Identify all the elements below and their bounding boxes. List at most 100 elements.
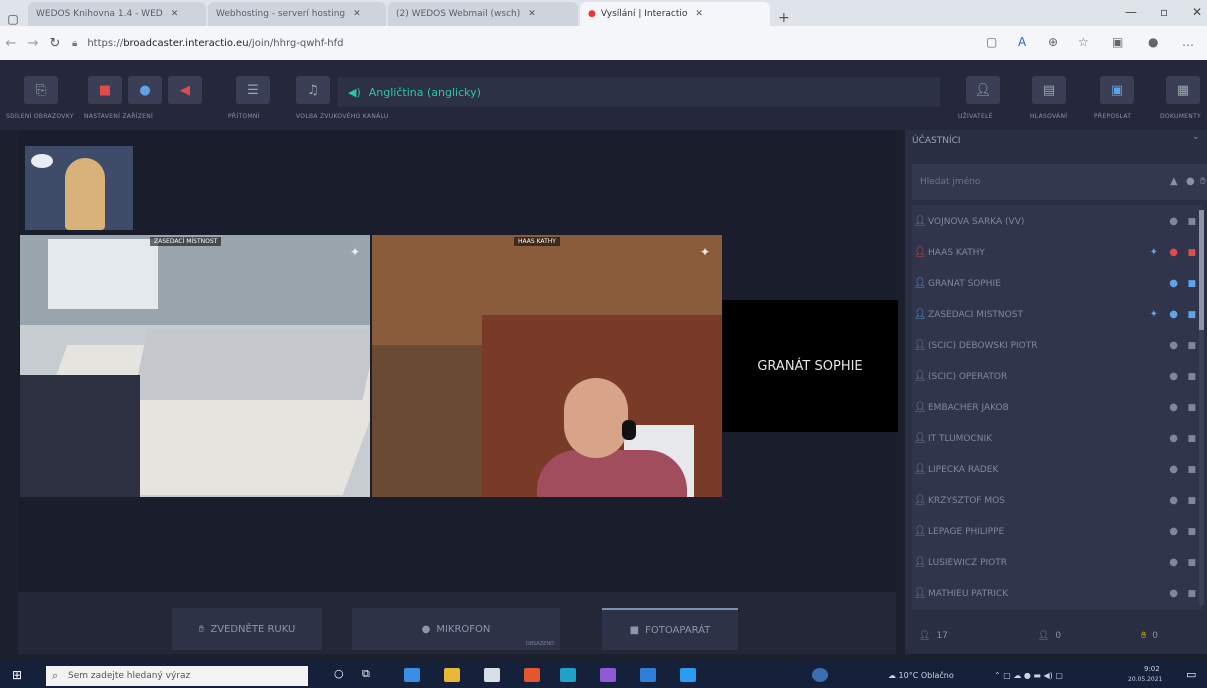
window-menu-icon[interactable]: ▢ — [0, 12, 26, 26]
close-icon[interactable]: ✕ — [353, 9, 361, 19]
url-field[interactable]: https://broadcaster.interactio.eu/join/h… — [87, 38, 343, 49]
collections-icon[interactable]: ▣ — [1112, 35, 1123, 49]
channel-select-button[interactable]: ♫ — [296, 76, 330, 104]
video-tile-meeting-room[interactable]: ZASEDACÍ MÍSTNOST ✦ — [20, 235, 370, 497]
video-tile-haas-kathy[interactable]: HAAS KATHY ✦ — [372, 235, 722, 497]
participant-row[interactable]: 👤︎ Krzysztof Moś ● ■ — [912, 488, 1202, 513]
office-app-icon[interactable] — [524, 668, 540, 682]
alert-icon[interactable]: ▲ — [1170, 176, 1178, 187]
participant-row[interactable]: 👤︎ Mathieu Patrick ● ■ — [912, 581, 1202, 606]
tile-name-label: HAAS KATHY — [514, 237, 560, 246]
voting-button[interactable]: ▤ — [1032, 76, 1066, 104]
browser-tab-2[interactable]: Webhosting - serverí hosting ✕ — [208, 2, 386, 26]
translate-icon[interactable]: A — [1018, 35, 1026, 49]
user-icon: 👤︎ — [913, 278, 927, 289]
edge-app-icon[interactable] — [560, 668, 576, 682]
camera-settings-button[interactable]: ■ — [88, 76, 122, 104]
pin-icon[interactable]: ✦ — [350, 245, 360, 259]
store-app-icon[interactable] — [484, 668, 500, 682]
participant-search-input[interactable]: Hledat jméno ▲ ● ✋︎ — [912, 164, 1207, 200]
profile-icon[interactable]: ● — [1148, 35, 1158, 49]
camera-icon: ■ — [1187, 433, 1196, 444]
close-icon[interactable]: ✕ — [528, 9, 536, 19]
screen-share-button[interactable]: ⎘ — [24, 76, 58, 104]
close-icon[interactable]: ✕ — [171, 9, 179, 19]
forward-button[interactable]: ▣ — [1100, 76, 1134, 104]
participant-row[interactable]: 👤︎ Haas Kathy ✦ ● ■ — [912, 240, 1202, 265]
task-view-icon[interactable]: ⧉ — [362, 667, 370, 681]
help-app-icon[interactable] — [812, 668, 828, 682]
mic-filter-icon[interactable]: ● — [1186, 176, 1195, 187]
camera-icon: ■ — [1187, 495, 1196, 506]
participant-row[interactable]: 👤︎ Lipečka Radek ● ■ — [912, 457, 1202, 482]
hand-count-icon: ✋︎ — [1141, 631, 1147, 641]
clock-time[interactable]: 9:02 — [1144, 665, 1160, 673]
camera-button[interactable]: ■ FOTOAPARÁT — [602, 608, 738, 650]
browser-tab-1[interactable]: WEDOS Knihovna 1.4 - WED ✕ — [28, 2, 206, 26]
participant-row[interactable]: 👤︎ (SCIC) Debowski Piotr ● ■ — [912, 333, 1202, 358]
zoom-icon[interactable]: ⊕ — [1048, 35, 1058, 49]
participant-row[interactable]: 👤︎ (SCIC) Operator ● ■ — [912, 364, 1202, 389]
tray-icons[interactable]: ⌃ ▢ ☁︎ ● ▬ ◀) ▢ — [994, 671, 1063, 680]
self-view-video[interactable] — [25, 146, 133, 230]
pin-icon[interactable]: ✦ — [700, 245, 710, 259]
close-window-icon[interactable]: ✕ — [1192, 5, 1202, 19]
search-icon: ⌕ — [52, 669, 59, 682]
mic-settings-button[interactable]: ● — [128, 76, 162, 104]
start-icon[interactable]: ⊞ — [12, 668, 22, 682]
participant-row[interactable]: 👤︎ Lusiewicz Piotr ● ■ — [912, 550, 1202, 575]
language-channel-display[interactable]: ◀) Angličtina (anglicky) — [338, 77, 940, 107]
minimize-icon[interactable]: — — [1125, 5, 1137, 19]
browser-tab-3[interactable]: (2) WEDOS Webmail (wsch) ✕ — [388, 2, 578, 26]
room-screen — [48, 239, 158, 309]
camera-icon: ■ — [1187, 588, 1196, 599]
raise-hand-button[interactable]: ✋︎ ZVEDNĚTE RUKU — [172, 608, 322, 650]
back-icon[interactable]: ← — [0, 36, 22, 51]
mic-icon: ● — [1169, 526, 1178, 537]
self-view-person — [65, 158, 105, 230]
participant-row[interactable]: 👤︎ IT Tlumočník ● ■ — [912, 426, 1202, 451]
participant-row[interactable]: 👤︎ Zasedací místnost ✦ ● ■ — [912, 302, 1202, 327]
mail-app-icon[interactable] — [404, 668, 420, 682]
explorer-app-icon[interactable] — [444, 668, 460, 682]
new-tab-icon[interactable]: + — [778, 10, 790, 26]
clock-date[interactable]: 20.05.2021 — [1128, 676, 1162, 683]
user-count-icon: 👤︎ — [919, 631, 931, 641]
video-tile-granat-sophie[interactable]: GRANÁT SOPHIE — [722, 300, 898, 432]
forward-icon[interactable]: → — [22, 36, 44, 51]
participant-row[interactable]: 👤︎ Granát Sophie ● ■ — [912, 271, 1202, 296]
camera-icon: ■ — [1187, 247, 1196, 258]
weather-text[interactable]: ☁︎ 10°C Oblačno — [888, 671, 954, 680]
favorite-icon[interactable]: ☆ — [1078, 35, 1089, 49]
participant-row[interactable]: 👤︎ Vojnová Šárka (VV) ● ■ — [912, 209, 1202, 234]
pin-icon[interactable]: ✦ — [1150, 247, 1158, 258]
participant-name: Krzysztof Moś — [928, 495, 1005, 506]
attendance-button[interactable]: ☰ — [236, 76, 270, 104]
close-icon[interactable]: ✕ — [695, 9, 703, 19]
pin-icon[interactable]: ✦ — [1150, 309, 1158, 320]
speaker-settings-button[interactable]: ◀ — [168, 76, 202, 104]
participant-row[interactable]: 👤︎ Embacher Jakob ● ■ — [912, 395, 1202, 420]
documents-button[interactable]: ▦ — [1166, 76, 1200, 104]
microphone-button[interactable]: ● MIKROFON OBSAZENO — [352, 608, 560, 650]
reload-icon[interactable]: ↻ — [44, 36, 66, 51]
hand-filter-icon[interactable]: ✋︎ — [1200, 176, 1206, 187]
reader-icon[interactable]: ▢ — [986, 35, 997, 49]
notifications-icon[interactable]: ▭ — [1186, 668, 1196, 681]
maximize-icon[interactable]: ▫ — [1160, 5, 1168, 19]
scrollbar-thumb[interactable] — [1199, 210, 1204, 330]
more-icon[interactable]: … — [1182, 35, 1194, 49]
user-icon: 👤︎ — [913, 309, 927, 320]
taskbar-search-input[interactable]: ⌕ Sem zadejte hledaný výraz — [46, 666, 308, 686]
outlook-app-icon[interactable] — [640, 668, 656, 682]
photos-app-icon[interactable] — [600, 668, 616, 682]
browser-tab-4[interactable]: ● Vysílání | Interactio ✕ — [580, 2, 770, 26]
collapse-panel-icon[interactable]: ⌄ — [1192, 132, 1200, 142]
camera-icon: ■ — [1187, 371, 1196, 382]
user-icon: 👤︎ — [913, 557, 927, 568]
participant-row[interactable]: 👤︎ Lepage Philippe ● ■ — [912, 519, 1202, 544]
mic-count-icon: 👤︎ — [1037, 631, 1050, 641]
users-button[interactable]: 👤︎ — [966, 76, 1000, 104]
cortana-icon[interactable]: ○ — [334, 667, 344, 680]
skype-app-icon[interactable] — [680, 668, 696, 682]
